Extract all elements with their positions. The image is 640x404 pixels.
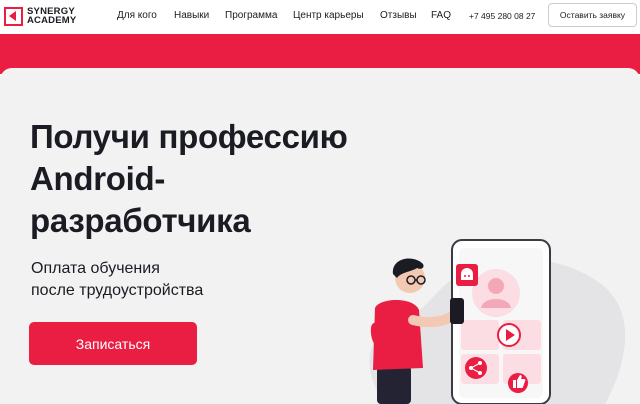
hero-section: Получи профессию Android- разработчика О… — [0, 68, 640, 404]
hero-title-line-3: разработчика — [30, 202, 251, 239]
logo-mark-icon — [4, 6, 23, 26]
play-icon — [497, 323, 521, 347]
hero-illustration — [369, 239, 626, 404]
logo-text: SYNERGY ACADEMY — [27, 7, 77, 26]
phone-link[interactable]: +7 495 280 08 27 — [469, 11, 535, 21]
share-icon — [465, 357, 487, 379]
hero-subtitle: Оплата обучения после трудоустройства — [31, 258, 203, 302]
hero-title-line-2: Android- — [30, 160, 166, 197]
hero-subtitle-line-1: Оплата обучения — [31, 260, 160, 277]
request-button[interactable]: Оставить заявку — [548, 3, 637, 27]
nav-item-faq[interactable]: FAQ — [431, 10, 451, 21]
hero-title: Получи профессию Android- разработчика — [30, 116, 390, 242]
hero-subtitle-line-2: после трудоустройства — [31, 282, 204, 299]
signup-button[interactable]: Записаться — [29, 322, 197, 365]
android-icon — [456, 264, 478, 286]
nav-item-career-center[interactable]: Центр карьеры — [293, 10, 364, 21]
logo[interactable]: SYNERGY ACADEMY — [4, 4, 76, 28]
logo-line-2: ACADEMY — [27, 15, 77, 26]
thumbs-up-icon — [508, 373, 528, 393]
nav-item-for-whom[interactable]: Для кого — [117, 10, 157, 21]
header: SYNERGY ACADEMY Для кого Навыки Программ… — [0, 0, 640, 34]
nav-item-skills[interactable]: Навыки — [174, 10, 209, 21]
nav-item-program[interactable]: Программа — [225, 10, 277, 21]
nav-item-reviews[interactable]: Отзывы — [380, 10, 417, 21]
hero-title-line-1: Получи профессию — [30, 118, 348, 155]
